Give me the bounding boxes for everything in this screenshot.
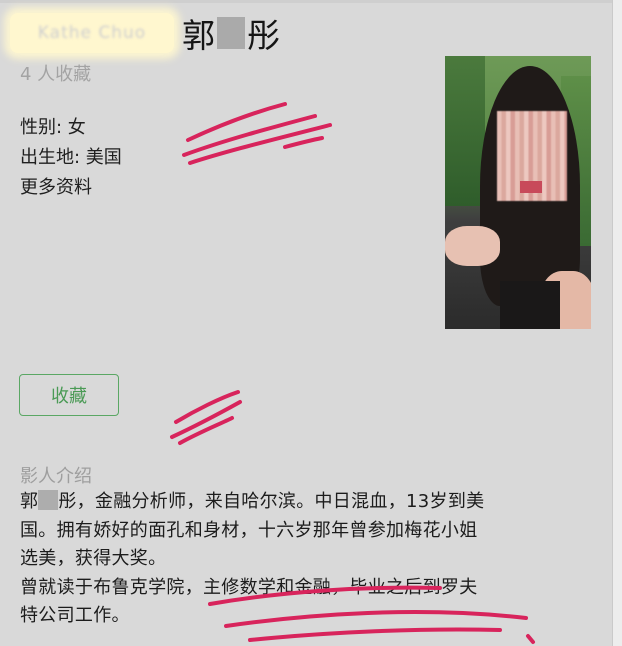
bio-line-3: 选美，获得大奖。: [20, 548, 167, 569]
bio-line-4: 曾就读于布鲁克学院，主修数学和金融，毕业之后到罗夫: [20, 576, 478, 598]
bio-line-5: 特公司工作。: [20, 605, 130, 626]
more-info-link[interactable]: 更多资料: [20, 173, 122, 203]
favorite-count: 4 人收藏: [20, 64, 92, 85]
scrollbar-track[interactable]: [612, 0, 622, 646]
pixelated-char: [38, 490, 59, 510]
celebrity-name-header: Kathe Chuo 郭 彤: [10, 10, 280, 56]
name-last-char: 彤: [247, 16, 280, 55]
pixelated-char: [217, 17, 245, 49]
bio-line-2: 国。拥有娇好的面孔和身材，十六岁那年曾参加梅花小姐: [20, 519, 478, 541]
profile-photo[interactable]: [445, 56, 591, 329]
redacted-name-text: Kathe Chuo: [37, 23, 147, 43]
celebrity-name: 郭 彤: [182, 9, 280, 57]
birthplace-field: 出生地: 美国: [20, 147, 122, 168]
bio-line-1: 郭彤，金融分析师，来自哈尔滨。中日混血，13岁到美: [20, 490, 485, 512]
top-border: [0, 0, 622, 3]
profile-info: 性别: 女 出生地: 美国 更多资料: [20, 113, 122, 203]
bio-text: 郭彤，金融分析师，来自哈尔滨。中日混血，13岁到美 国。拥有娇好的面孔和身材，十…: [20, 488, 580, 631]
favorite-button[interactable]: 收藏: [19, 374, 119, 416]
redacted-name-highlight: Kathe Chuo: [10, 13, 174, 53]
gender-field: 性别: 女: [20, 117, 86, 138]
name-first-char: 郭: [182, 16, 215, 55]
bio-section-title: 影人介绍: [20, 466, 92, 487]
